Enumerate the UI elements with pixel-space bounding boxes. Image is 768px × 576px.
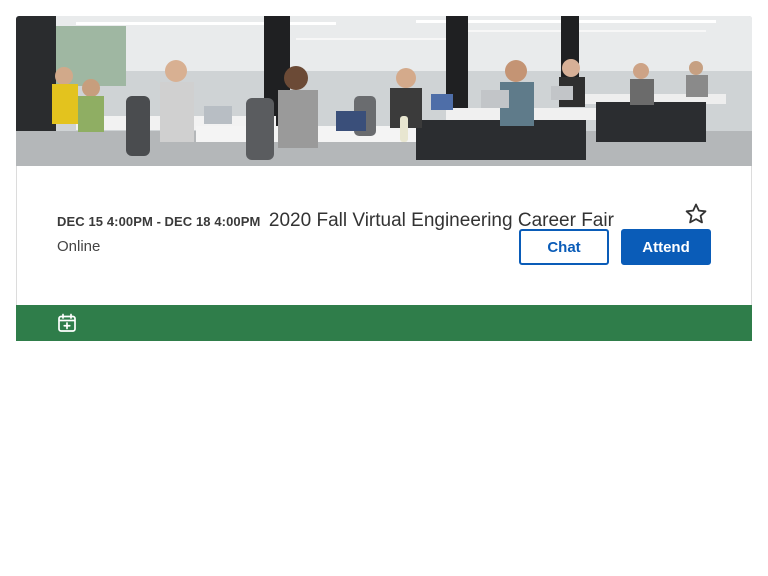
- event-title[interactable]: 2020 Fall Virtual Engineering Career Fai…: [269, 210, 614, 231]
- event-location: Online: [57, 238, 101, 255]
- event-card-footer: [16, 305, 752, 341]
- attend-button[interactable]: Attend: [621, 229, 711, 265]
- favorite-button[interactable]: [682, 200, 710, 228]
- event-date-separator: -: [152, 214, 165, 229]
- chat-button[interactable]: Chat: [519, 229, 609, 265]
- add-to-calendar-button[interactable]: [57, 313, 77, 333]
- event-end-date: DEC 18 4:00PM: [164, 214, 261, 229]
- event-card: DEC 15 4:00PM - DEC 18 4:00PM 2020 Fall …: [16, 16, 752, 341]
- calendar-add-icon: [58, 313, 76, 332]
- event-start-date: DEC 15 4:00PM: [57, 214, 153, 229]
- star-outline-icon: [685, 203, 707, 224]
- event-card-body: DEC 15 4:00PM - DEC 18 4:00PM 2020 Fall …: [16, 166, 752, 305]
- event-banner-image: [16, 16, 752, 166]
